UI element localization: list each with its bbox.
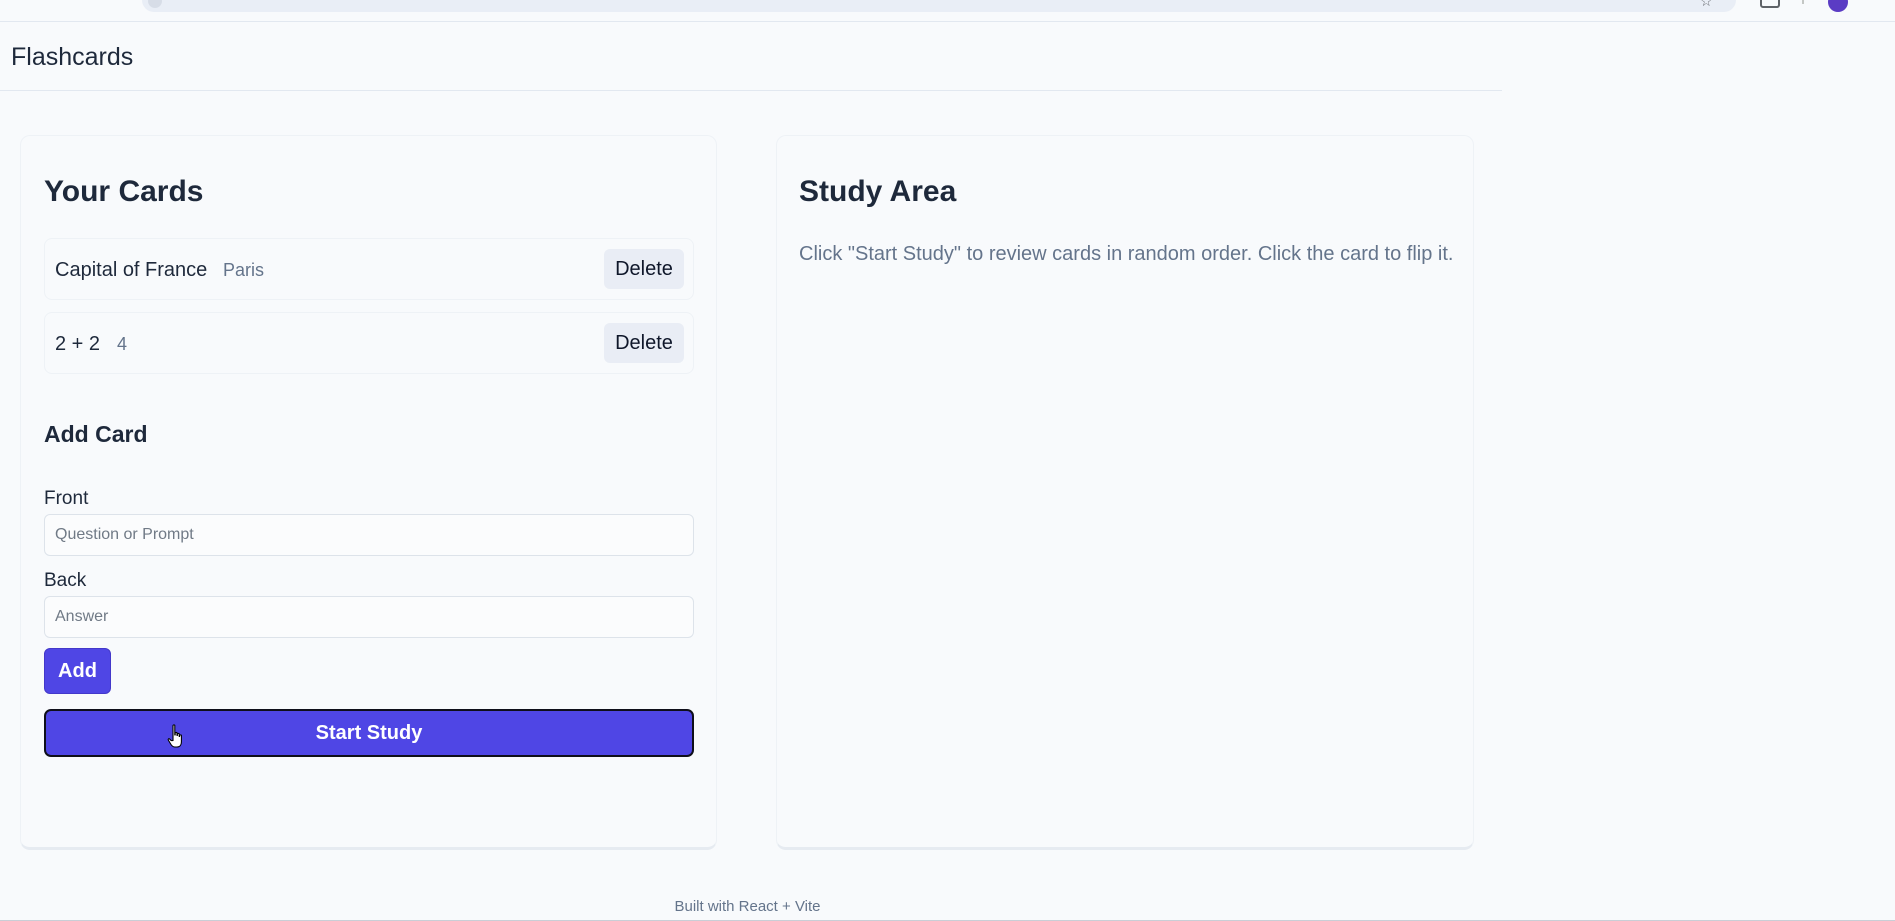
add-card-button[interactable]: Add bbox=[44, 648, 111, 694]
card-list-item: Capital of France Paris Delete bbox=[44, 238, 694, 300]
back-label: Back bbox=[44, 570, 87, 591]
add-card-heading: Add Card bbox=[44, 421, 148, 447]
start-study-button[interactable]: Start Study bbox=[44, 709, 694, 757]
site-info-icon[interactable] bbox=[148, 0, 162, 8]
back-input[interactable] bbox=[44, 596, 694, 638]
toolbar-divider bbox=[1802, 0, 1804, 4]
extensions-icon[interactable] bbox=[1760, 0, 1780, 8]
app-header: Flashcards bbox=[0, 22, 1502, 91]
app-title: Flashcards bbox=[11, 43, 134, 71]
front-label: Front bbox=[44, 488, 89, 509]
card-back-text: 4 bbox=[117, 334, 128, 354]
your-cards-heading: Your Cards bbox=[44, 175, 204, 208]
browser-toolbar: ☆ bbox=[0, 0, 1895, 22]
study-panel: Study Area Click "Start Study" to review… bbox=[776, 135, 1474, 850]
star-icon[interactable]: ☆ bbox=[1700, 0, 1713, 8]
card-back-text: Paris bbox=[223, 260, 265, 280]
cards-panel: Your Cards Capital of France Paris Delet… bbox=[20, 135, 717, 850]
front-input[interactable] bbox=[44, 514, 694, 556]
card-list-item: 2 + 2 4 Delete bbox=[44, 312, 694, 374]
address-bar[interactable] bbox=[142, 0, 1736, 12]
study-instructions: Click "Start Study" to review cards in r… bbox=[799, 243, 1454, 265]
card-front-text: Capital of France bbox=[55, 259, 208, 281]
footer-credit: Built with React + Vite bbox=[674, 898, 821, 915]
study-area-heading: Study Area bbox=[799, 175, 957, 208]
delete-card-button[interactable]: Delete bbox=[604, 249, 684, 289]
profile-avatar[interactable] bbox=[1828, 0, 1848, 12]
card-front-text: 2 + 2 bbox=[55, 333, 101, 355]
delete-card-button[interactable]: Delete bbox=[604, 323, 684, 363]
